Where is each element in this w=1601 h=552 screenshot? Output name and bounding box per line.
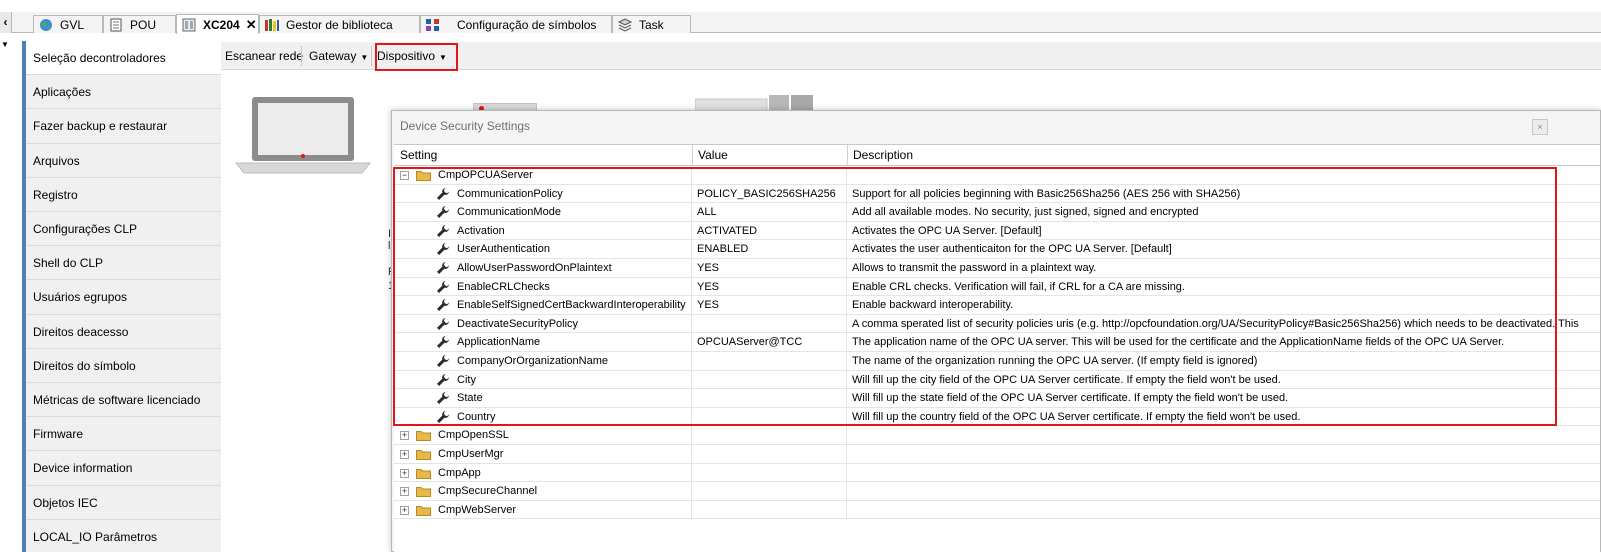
sidebar-item-access-rights[interactable]: Direitos deacesso (26, 314, 221, 349)
sidebar-item-plc-shell[interactable]: Shell do CLP (26, 246, 221, 281)
scan-network-label: Escanear rede (225, 49, 304, 63)
close-icon[interactable]: ✕ (246, 17, 257, 33)
sidebar: Seleção decontroladores Aplicações Fazer… (22, 41, 221, 552)
sidebar-item-licensed-software-metrics[interactable]: Métricas de software licenciado (26, 383, 221, 418)
sidebar-item-iec-objects[interactable]: Objetos IEC (26, 485, 221, 520)
gateway-label: Gateway (309, 49, 357, 63)
group-row[interactable]: + CmpApp (394, 463, 1600, 483)
group-row[interactable]: + CmpWebServer (394, 500, 1600, 520)
tab-symbol-configuration[interactable]: Configuração de símbolos (420, 15, 612, 33)
folder-icon (416, 468, 431, 479)
dialog-title: Device Security Settings (400, 119, 531, 133)
description-cell (847, 426, 1600, 445)
group-row[interactable]: + CmpSecureChannel (394, 482, 1600, 501)
dropdown-arrow-icon[interactable]: ▼ (0, 40, 10, 50)
sidebar-item-log[interactable]: Registro (26, 177, 221, 212)
chevron-down-icon: ▼ (360, 53, 369, 62)
tab-label: POU (130, 17, 157, 32)
expand-icon[interactable]: + (400, 487, 409, 497)
expand-icon[interactable]: + (400, 431, 409, 441)
close-icon[interactable]: × (1532, 119, 1548, 135)
column-header-description[interactable]: Description (847, 145, 1600, 166)
group-label: CmpSecureChannel (438, 485, 538, 498)
gateway-dropdown[interactable]: Gateway ▼ (305, 44, 372, 68)
folder-icon (416, 431, 431, 442)
group-label: CmpApp (438, 466, 481, 479)
description-cell (847, 482, 1600, 501)
scan-network-button[interactable]: Escanear rede (221, 44, 307, 68)
tab-label: XC204 (203, 17, 240, 32)
highlight-box-device-menu (375, 43, 458, 71)
highlight-box-opcua-settings (393, 167, 1557, 426)
folder-icon (416, 450, 431, 460)
setting-cell: + CmpWebServer (394, 500, 692, 520)
setting-cell: + CmpApp (394, 463, 692, 483)
tab-task[interactable]: Task (612, 15, 691, 33)
sidebar-item-local-io-parameters[interactable]: LOCAL_IO Parâmetros (26, 519, 221, 552)
sidebar-item-applications[interactable]: Aplicações (26, 75, 221, 110)
folder-icon (416, 505, 431, 516)
symbol-config-icon (425, 18, 441, 32)
group-row[interactable]: + CmpUserMgr (394, 445, 1600, 464)
value-cell[interactable] (692, 463, 847, 483)
collapse-left-icon[interactable]: ‹ (0, 12, 12, 33)
document-icon (108, 18, 124, 32)
library-books-icon (264, 18, 280, 32)
sidebar-item-files[interactable]: Arquivos (26, 143, 221, 178)
device-icon (181, 18, 197, 32)
setting-cell: + CmpUserMgr (394, 445, 692, 464)
setting-cell: + CmpOpenSSL (394, 426, 692, 445)
description-cell (847, 464, 1600, 483)
sidebar-item-controller-selection[interactable]: Seleção decontroladores (26, 41, 221, 76)
tab-library-manager[interactable]: Gestor de biblioteca (259, 15, 420, 33)
expand-icon[interactable]: + (400, 505, 409, 515)
folder-icon (416, 487, 431, 498)
description-cell (847, 445, 1600, 464)
setting-cell: + CmpSecureChannel (394, 482, 692, 501)
toolbar-separator (301, 46, 302, 66)
tab-pou[interactable]: POU (103, 15, 176, 33)
laptop-icon (234, 95, 374, 175)
expand-icon[interactable]: + (400, 450, 409, 459)
group-label: CmpUserMgr (438, 448, 504, 460)
column-header-setting[interactable]: Setting (394, 145, 692, 166)
expand-icon[interactable]: + (400, 468, 409, 478)
globe-icon (38, 18, 54, 32)
value-cell[interactable] (692, 482, 847, 501)
task-icon (617, 17, 633, 32)
toolbar-separator (371, 46, 372, 66)
grid-header: Setting Value Description (394, 145, 1600, 166)
value-cell[interactable] (692, 426, 847, 445)
sidebar-item-users-groups[interactable]: Usuários egrupos (26, 280, 221, 315)
tab-xc204[interactable]: XC204 ✕ (176, 14, 259, 34)
description-cell (847, 501, 1600, 520)
group-row[interactable]: + CmpOpenSSL (394, 426, 1600, 445)
tab-label: GVL (60, 17, 85, 32)
tab-label: Configuração de símbolos (457, 17, 597, 32)
sidebar-item-firmware[interactable]: Firmware (26, 417, 221, 452)
tab-label: Gestor de biblioteca (286, 17, 393, 32)
sidebar-item-plc-settings[interactable]: Configurações CLP (26, 212, 221, 247)
value-cell[interactable] (692, 500, 847, 520)
value-cell[interactable] (692, 445, 847, 464)
editor-tab-strip: ‹ GVL POU XC204 ✕ Gestor de biblioteca C… (0, 12, 1601, 34)
tab-gvl[interactable]: GVL (33, 15, 103, 33)
column-header-value[interactable]: Value (692, 145, 847, 166)
sidebar-item-device-information[interactable]: Device information (26, 451, 221, 486)
group-label: CmpWebServer (438, 503, 517, 516)
sidebar-item-symbol-rights[interactable]: Direitos do símbolo (26, 348, 221, 383)
group-label: CmpOpenSSL (438, 429, 509, 442)
tab-label: Task (639, 17, 664, 32)
sidebar-item-backup-restore[interactable]: Fazer backup e restaurar (26, 109, 221, 144)
